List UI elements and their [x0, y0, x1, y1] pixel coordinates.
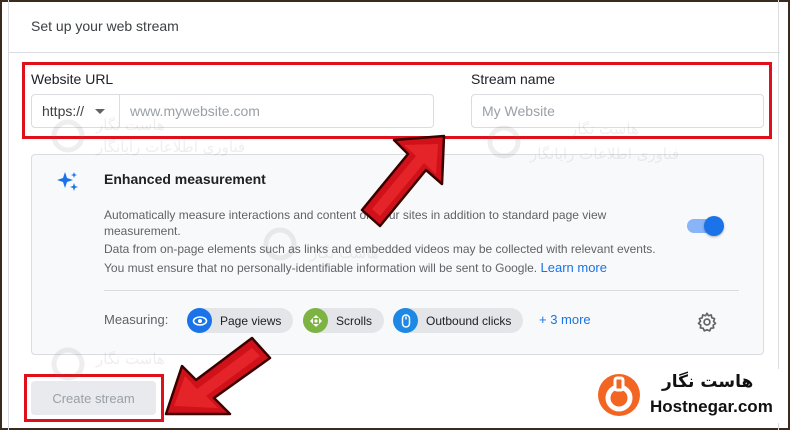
annotation-highlight-box [24, 374, 164, 422]
chip-label: Scrolls [336, 313, 373, 328]
brand-name-en: Hostnegar.com [650, 397, 773, 416]
sparkle-icon [57, 172, 78, 191]
enhanced-measurement-title: Enhanced measurement [104, 171, 266, 187]
brand-name-fa: هاست نگار [662, 372, 754, 392]
eye-icon [187, 308, 212, 333]
em-divider [104, 290, 739, 291]
chip-page-views: Page views [187, 308, 294, 333]
header-divider [8, 52, 780, 53]
pii-notice: You must ensure that no personally-ident… [104, 261, 538, 275]
mouse-icon [393, 308, 418, 333]
measuring-label: Measuring: [104, 312, 169, 327]
chip-outbound-clicks: Outbound clicks [393, 308, 524, 333]
annotation-arrow-icon [164, 336, 272, 416]
more-measurements-link[interactable]: + 3 more [539, 312, 591, 327]
learn-more-link[interactable]: Learn more [541, 260, 607, 275]
em-description-line-2: measurement. [104, 224, 181, 238]
chip-scrolls: Scrolls [303, 308, 385, 333]
hostnegar-logo-icon [598, 374, 640, 416]
gear-icon[interactable] [696, 311, 718, 333]
panel-right-border [778, 0, 779, 430]
scroll-icon [303, 308, 328, 333]
annotation-highlight-box [22, 62, 772, 139]
annotation-arrow-icon [360, 134, 446, 228]
toggle-knob [704, 216, 724, 236]
chip-label: Page views [220, 313, 282, 328]
chip-label: Outbound clicks [426, 313, 512, 328]
em-description-line-4: You must ensure that no personally-ident… [104, 260, 607, 275]
page-title: Set up your web stream [31, 18, 179, 34]
panel-left-border [8, 0, 9, 430]
